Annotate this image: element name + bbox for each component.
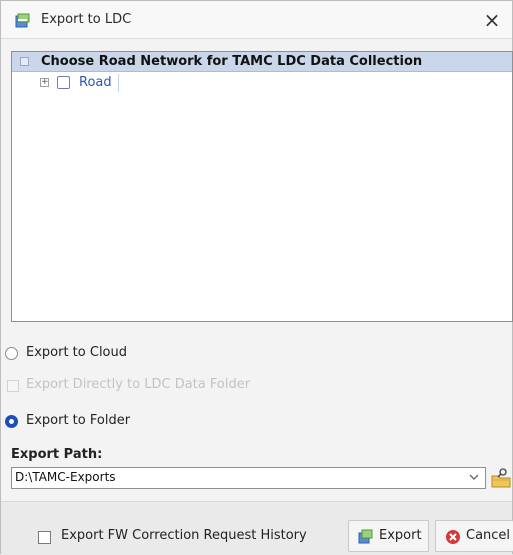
- road-checkbox[interactable]: [57, 76, 70, 89]
- export-direct-label: Export Directly to LDC Data Folder: [26, 377, 251, 392]
- tree-header: Choose Road Network for TAMC LDC Data Co…: [12, 52, 512, 72]
- export-to-ldc-dialog: Export to LDC × Choose Road Network for …: [0, 0, 513, 555]
- cancel-icon: [445, 529, 461, 545]
- close-icon: ×: [483, 8, 501, 32]
- export-direct-checkbox: [7, 380, 19, 392]
- export-path-value[interactable]: D:\TAMC-Exports: [15, 470, 116, 484]
- export-to-folder-radio[interactable]: [5, 415, 18, 428]
- title-bar: Export to LDC ×: [1, 1, 512, 39]
- expand-icon[interactable]: +: [40, 78, 49, 87]
- dialog-title: Export to LDC: [41, 12, 132, 27]
- export-path-label: Export Path:: [11, 447, 103, 462]
- export-to-cloud-label[interactable]: Export to Cloud: [26, 345, 127, 360]
- export-to-folder-option[interactable]: Export to Folder: [1, 411, 321, 433]
- export-history-label[interactable]: Export FW Correction Request History: [61, 528, 307, 543]
- export-button[interactable]: Export: [348, 520, 429, 552]
- chevron-down-icon[interactable]: [467, 471, 481, 485]
- export-history-checkbox[interactable]: [38, 531, 51, 544]
- export-icon: [358, 529, 374, 545]
- dialog-footer: Export FW Correction Request History Exp…: [1, 502, 513, 555]
- cancel-button[interactable]: Cancel: [435, 520, 513, 552]
- export-path-combobox[interactable]: D:\TAMC-Exports: [11, 467, 486, 489]
- folder-icon: [490, 468, 512, 494]
- tree-header-label: Choose Road Network for TAMC LDC Data Co…: [41, 54, 423, 69]
- close-button[interactable]: ×: [478, 6, 506, 34]
- export-to-folder-label[interactable]: Export to Folder: [26, 413, 130, 428]
- export-button-label: Export: [379, 528, 422, 543]
- tree-item-road[interactable]: + Road: [12, 73, 512, 93]
- export-to-cloud-radio[interactable]: [5, 347, 18, 360]
- road-network-tree[interactable]: Choose Road Network for TAMC LDC Data Co…: [11, 51, 513, 322]
- export-direct-option: Export Directly to LDC Data Folder: [1, 375, 321, 397]
- browse-folder-button[interactable]: [490, 466, 512, 490]
- cancel-button-label: Cancel: [466, 528, 511, 543]
- export-ldc-icon: [15, 13, 32, 28]
- collapse-icon[interactable]: [20, 57, 29, 66]
- tree-item-label[interactable]: Road: [75, 74, 119, 92]
- export-to-cloud-option[interactable]: Export to Cloud: [1, 343, 321, 365]
